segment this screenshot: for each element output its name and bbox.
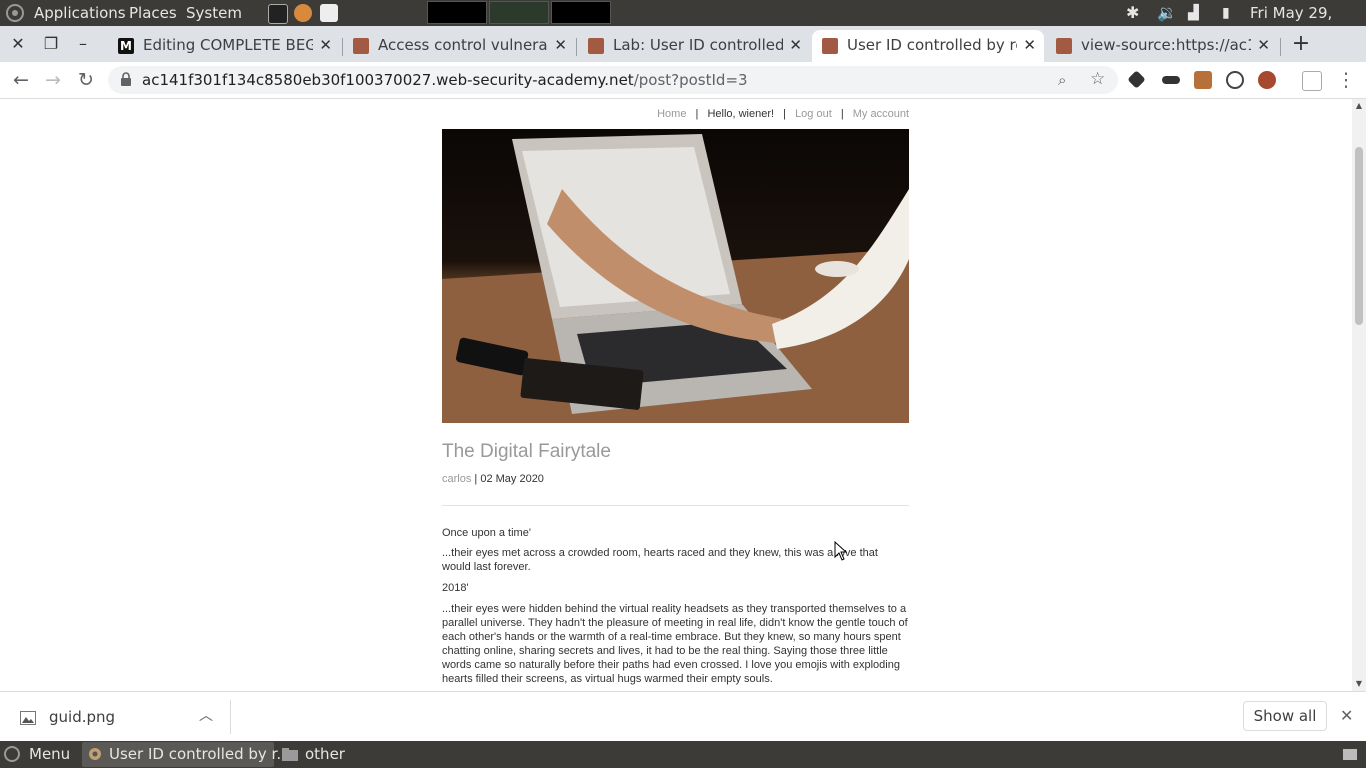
scroll-up-icon[interactable]: ▲	[1352, 101, 1366, 110]
cpu-monitor-graph	[427, 1, 487, 24]
menu-button[interactable]: Menu	[29, 741, 70, 768]
close-icon[interactable]: ✕	[319, 30, 332, 60]
scroll-down-icon[interactable]: ▼	[1352, 679, 1366, 688]
tab-title: view-source:https://ac14	[1081, 36, 1251, 54]
network-signal-icon[interactable]: ▟	[1188, 0, 1199, 26]
chevron-up-icon[interactable]: ︿	[199, 705, 213, 725]
tab-editing[interactable]: M Editing COMPLETE BEGI ✕	[108, 30, 340, 62]
incognito-mask-icon[interactable]	[1162, 76, 1180, 84]
lock-icon[interactable]	[120, 72, 132, 91]
bluetooth-icon[interactable]: ✱	[1126, 0, 1139, 26]
folder-icon	[282, 741, 298, 768]
kebab-menu-icon[interactable]: ⋮	[1333, 67, 1359, 93]
close-icon[interactable]: ✕	[1257, 30, 1270, 60]
menu-logo-icon[interactable]	[4, 741, 20, 768]
text-editor-icon[interactable]	[320, 4, 338, 22]
taskbar-window-chrome[interactable]: User ID controlled by r...	[109, 741, 291, 768]
places-menu[interactable]: Places	[129, 0, 177, 26]
my-account-link[interactable]: My account	[853, 108, 909, 120]
url-host: ac141f301f134c8580eb30f100370027.web-sec…	[142, 71, 634, 89]
meta-separator: |	[471, 473, 481, 485]
translate-icon[interactable]	[1302, 71, 1322, 91]
tab-view-source[interactable]: view-source:https://ac14 ✕	[1046, 30, 1278, 62]
distro-logo-icon[interactable]	[6, 0, 26, 26]
show-all-button[interactable]: Show all	[1243, 701, 1327, 731]
portswigger-icon	[822, 38, 838, 54]
extension-icon[interactable]	[1226, 71, 1244, 89]
browser-toolbar: ← → ↻ ac141f301f134c8580eb30f100370027.w…	[0, 62, 1366, 99]
post-hero-image	[442, 129, 909, 423]
download-bar: guid.png ︿ Show all ✕	[0, 691, 1366, 741]
zoom-icon[interactable]: ⌕	[1058, 71, 1066, 89]
terminal-icon[interactable]	[268, 4, 288, 24]
extension-icon[interactable]	[1127, 70, 1146, 89]
post-paragraph: 2018'	[442, 582, 469, 594]
image-file-icon	[20, 710, 36, 729]
notification-icon[interactable]	[1342, 741, 1358, 768]
memory-monitor-graph	[489, 1, 549, 24]
reload-icon[interactable]: ↻	[73, 67, 99, 93]
nav-separator: |	[695, 108, 699, 120]
top-nav: Home | Hello, wiener! | Log out | My acc…	[442, 108, 909, 120]
url-text[interactable]: ac141f301f134c8580eb30f100370027.web-sec…	[142, 66, 748, 94]
close-icon[interactable]: ✕	[1023, 30, 1036, 60]
download-filename[interactable]: guid.png	[49, 692, 115, 742]
tab-title: Access control vulnerabil	[378, 36, 548, 54]
bookmark-star-icon[interactable]: ☆	[1090, 69, 1105, 89]
os-taskbar: Menu User ID controlled by r... other	[0, 741, 1366, 768]
page-content: Home | Hello, wiener! | Log out | My acc…	[0, 99, 1352, 691]
network-monitor-graph	[551, 1, 611, 24]
url-path: /post?postId=3	[633, 71, 748, 89]
tab-title: Lab: User ID controlled b	[613, 36, 783, 54]
scrollbar-thumb[interactable]	[1355, 147, 1363, 325]
applications-menu[interactable]: Applications	[34, 0, 126, 26]
page-scrollbar[interactable]: ▲ ▼	[1352, 99, 1366, 691]
home-link[interactable]: Home	[657, 108, 686, 120]
battery-icon[interactable]: ▮	[1222, 0, 1230, 26]
medium-icon: M	[118, 38, 134, 54]
foxyproxy-icon[interactable]	[1194, 71, 1212, 89]
nav-separator: |	[840, 108, 844, 120]
post-meta: carlos | 02 May 2020	[442, 473, 544, 485]
tab-separator	[1280, 38, 1281, 56]
portswigger-icon	[353, 38, 369, 54]
taskbar-window-folder[interactable]: other	[305, 741, 345, 768]
post-paragraph: Once upon a time'	[442, 527, 531, 539]
divider	[442, 505, 909, 506]
address-bar[interactable]: ac141f301f134c8580eb30f100370027.web-sec…	[108, 66, 1118, 94]
portswigger-icon	[1056, 38, 1072, 54]
tab-title: Editing COMPLETE BEGI	[143, 36, 313, 54]
forward-arrow-icon[interactable]: →	[40, 67, 66, 93]
close-window-icon[interactable]: ✕	[3, 26, 33, 62]
tab-access-control[interactable]: Access control vulnerabil ✕	[343, 30, 575, 62]
close-icon[interactable]: ✕	[789, 30, 802, 60]
adblock-plus-icon[interactable]	[1258, 71, 1276, 89]
post-paragraph: ...their eyes were hidden behind the vir…	[442, 603, 908, 685]
post-author[interactable]: carlos	[442, 473, 471, 485]
divider	[230, 700, 231, 734]
clock[interactable]: Fri May 29, 11:26	[1250, 0, 1366, 48]
close-icon[interactable]: ✕	[554, 30, 567, 60]
post-title: The Digital Fairytale	[442, 441, 611, 462]
new-tab-plus-icon[interactable]: +	[1286, 26, 1316, 62]
greeting: Hello, wiener!	[707, 108, 775, 120]
tab-title: User ID controlled by req	[847, 36, 1017, 54]
minimize-window-icon[interactable]: –	[68, 26, 98, 62]
tab-separator	[576, 38, 577, 56]
nav-separator: |	[783, 108, 786, 120]
browser-tab-strip: ✕ ❐ – M Editing COMPLETE BEGI ✕ Access c…	[0, 26, 1366, 62]
portswigger-icon	[588, 38, 604, 54]
os-top-panel: Applications Places System ✱ 🔉 ▟ ▮ Fri M…	[0, 0, 1366, 48]
chrome-icon	[88, 741, 102, 768]
back-arrow-icon[interactable]: ←	[8, 67, 34, 93]
system-menu[interactable]: System	[186, 0, 242, 26]
post-date: 02 May 2020	[480, 473, 544, 485]
firefox-icon[interactable]	[294, 4, 312, 22]
tab-user-id-controlled[interactable]: User ID controlled by req ✕	[812, 30, 1044, 62]
restore-window-icon[interactable]: ❐	[36, 26, 66, 62]
tab-lab[interactable]: Lab: User ID controlled b ✕	[578, 30, 810, 62]
volume-icon[interactable]: 🔉	[1157, 0, 1177, 26]
close-icon[interactable]: ✕	[1340, 706, 1353, 725]
logout-link[interactable]: Log out	[795, 108, 832, 120]
